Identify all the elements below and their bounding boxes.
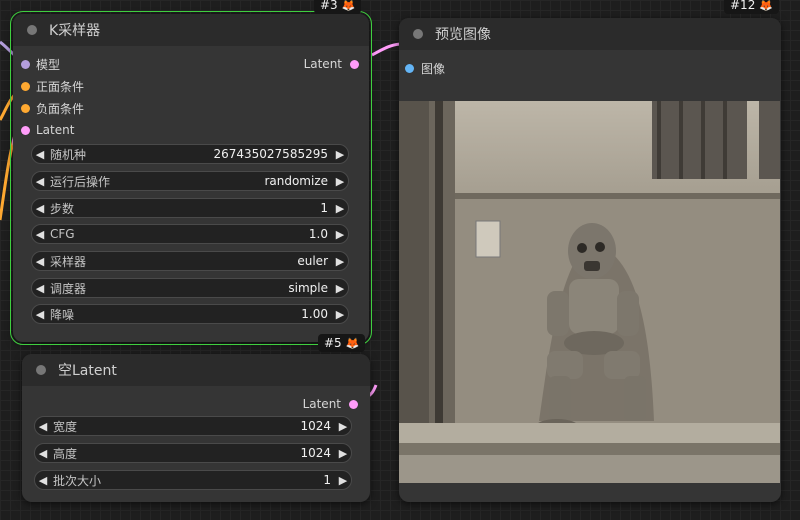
widget-value: euler <box>297 254 328 268</box>
node-id: #5 <box>324 336 342 350</box>
latent-out-dot[interactable] <box>350 59 359 69</box>
left-arrow-icon[interactable]: ◀ <box>32 228 48 241</box>
input-slot-latent[interactable]: Latent <box>21 120 74 140</box>
collapse-dot-icon[interactable] <box>413 29 423 39</box>
positive-slot-dot[interactable] <box>21 81 30 91</box>
widget-label: 高度 <box>53 446 78 461</box>
right-arrow-icon[interactable]: ▶ <box>332 255 348 268</box>
left-arrow-icon[interactable]: ◀ <box>35 420 51 433</box>
fox-icon: 🦊 <box>345 336 360 350</box>
widget-label: 随机种 <box>50 147 87 162</box>
right-arrow-icon[interactable]: ▶ <box>332 282 348 295</box>
right-arrow-icon[interactable]: ▶ <box>335 420 351 433</box>
widget-value: randomize <box>264 174 328 188</box>
negative-slot-dot[interactable] <box>21 103 30 113</box>
widget-label: 批次大小 <box>53 473 102 488</box>
right-arrow-icon[interactable]: ▶ <box>335 474 351 487</box>
ksampler-node[interactable]: K采样器 模型 正面条件 负面条件 Latent Latent ◀ 随机种 26… <box>10 11 372 345</box>
right-arrow-icon[interactable]: ▶ <box>332 228 348 241</box>
widget-label: CFG <box>50 227 75 241</box>
widget-value: 1024 <box>300 446 331 460</box>
input-slot-label: Latent <box>36 123 75 137</box>
input-slot-label: 负面条件 <box>36 101 85 116</box>
latent-slot-dot[interactable] <box>21 125 30 135</box>
left-arrow-icon[interactable]: ◀ <box>32 308 48 321</box>
widget-denoise[interactable]: ◀ 降噪 1.00 ▶ <box>31 304 349 324</box>
collapse-dot-icon[interactable] <box>36 365 46 375</box>
input-slot-label: 正面条件 <box>36 79 85 94</box>
left-arrow-icon[interactable]: ◀ <box>32 255 48 268</box>
widget-label: 运行后操作 <box>50 174 111 189</box>
preview-id-badge: #12 🦊 <box>724 0 780 14</box>
input-slot-label: 模型 <box>36 57 61 72</box>
output-slot-latent[interactable]: Latent <box>304 54 359 74</box>
right-arrow-icon[interactable]: ▶ <box>332 148 348 161</box>
collapse-dot-icon[interactable] <box>27 25 37 35</box>
widget-scheduler[interactable]: ◀ 调度器 simple ▶ <box>31 278 349 298</box>
latent-out-dot[interactable] <box>349 399 358 409</box>
preview-image[interactable] <box>399 101 780 483</box>
input-slot-negative[interactable]: 负面条件 <box>21 98 84 118</box>
widget-label: 步数 <box>50 201 75 216</box>
emptylatent-id-badge: #5 🦊 <box>318 334 366 352</box>
left-arrow-icon[interactable]: ◀ <box>32 202 48 215</box>
preview-title-bar[interactable]: 预览图像 <box>399 18 781 50</box>
output-slot-label: Latent <box>303 57 342 71</box>
widget-value: simple <box>288 281 328 295</box>
widget-seed[interactable]: ◀ 随机种 267435027585295 ▶ <box>31 144 349 164</box>
widget-height[interactable]: ◀ 高度 1024 ▶ <box>34 443 352 463</box>
fox-icon: 🦊 <box>759 0 774 12</box>
right-arrow-icon[interactable]: ▶ <box>332 202 348 215</box>
node-id: #12 <box>730 0 756 12</box>
input-slot-image[interactable]: 图像 <box>405 58 445 78</box>
left-arrow-icon[interactable]: ◀ <box>35 474 51 487</box>
right-arrow-icon[interactable]: ▶ <box>332 175 348 188</box>
left-arrow-icon[interactable]: ◀ <box>35 447 51 460</box>
left-arrow-icon[interactable]: ◀ <box>32 282 48 295</box>
image-slot-dot[interactable] <box>405 63 414 73</box>
empty-latent-title: 空Latent <box>58 363 117 379</box>
widget-value: 267435027585295 <box>213 147 328 161</box>
input-slot-model[interactable]: 模型 <box>21 54 60 74</box>
widget-sampler[interactable]: ◀ 采样器 euler ▶ <box>31 251 349 271</box>
widget-value: 1024 <box>300 419 331 433</box>
widget-value: 1.0 <box>308 227 328 241</box>
ksampler-title: K采样器 <box>49 23 101 39</box>
widget-steps[interactable]: ◀ 步数 1 ▶ <box>31 198 349 218</box>
widget-value: 1 <box>323 473 331 487</box>
input-slot-label: 图像 <box>421 61 446 76</box>
node-id: #3 <box>320 0 338 12</box>
wire-latent-out <box>371 42 401 57</box>
widget-batch-size[interactable]: ◀ 批次大小 1 ▶ <box>34 470 352 490</box>
widget-cfg[interactable]: ◀ CFG 1.0 ▶ <box>31 224 349 244</box>
preview-title: 预览图像 <box>435 27 491 43</box>
widget-label: 采样器 <box>50 254 87 269</box>
widget-label: 降噪 <box>50 307 75 322</box>
ksampler-title-bar[interactable]: K采样器 <box>13 14 369 46</box>
fox-icon: 🦊 <box>341 0 356 12</box>
widget-value: 1.00 <box>301 307 328 321</box>
output-slot-latent[interactable]: Latent <box>303 394 358 414</box>
input-slot-positive[interactable]: 正面条件 <box>21 76 84 96</box>
right-arrow-icon[interactable]: ▶ <box>335 447 351 460</box>
left-arrow-icon[interactable]: ◀ <box>32 175 48 188</box>
empty-latent-title-bar[interactable]: 空Latent <box>22 354 370 386</box>
widget-width[interactable]: ◀ 宽度 1024 ▶ <box>34 416 352 436</box>
left-arrow-icon[interactable]: ◀ <box>32 148 48 161</box>
right-arrow-icon[interactable]: ▶ <box>332 308 348 321</box>
empty-latent-node[interactable]: 空Latent Latent ◀ 宽度 1024 ▶ ◀ 高度 1024 ▶ ◀… <box>22 354 370 502</box>
widget-label: 调度器 <box>50 281 87 296</box>
widget-label: 宽度 <box>53 419 78 434</box>
output-slot-label: Latent <box>302 397 341 411</box>
widget-control-after-generate[interactable]: ◀ 运行后操作 randomize ▶ <box>31 171 349 191</box>
widget-value: 1 <box>320 201 328 215</box>
ksampler-id-badge: #3 🦊 <box>314 0 362 14</box>
model-slot-dot[interactable] <box>21 59 30 69</box>
robot-photo <box>399 101 780 483</box>
